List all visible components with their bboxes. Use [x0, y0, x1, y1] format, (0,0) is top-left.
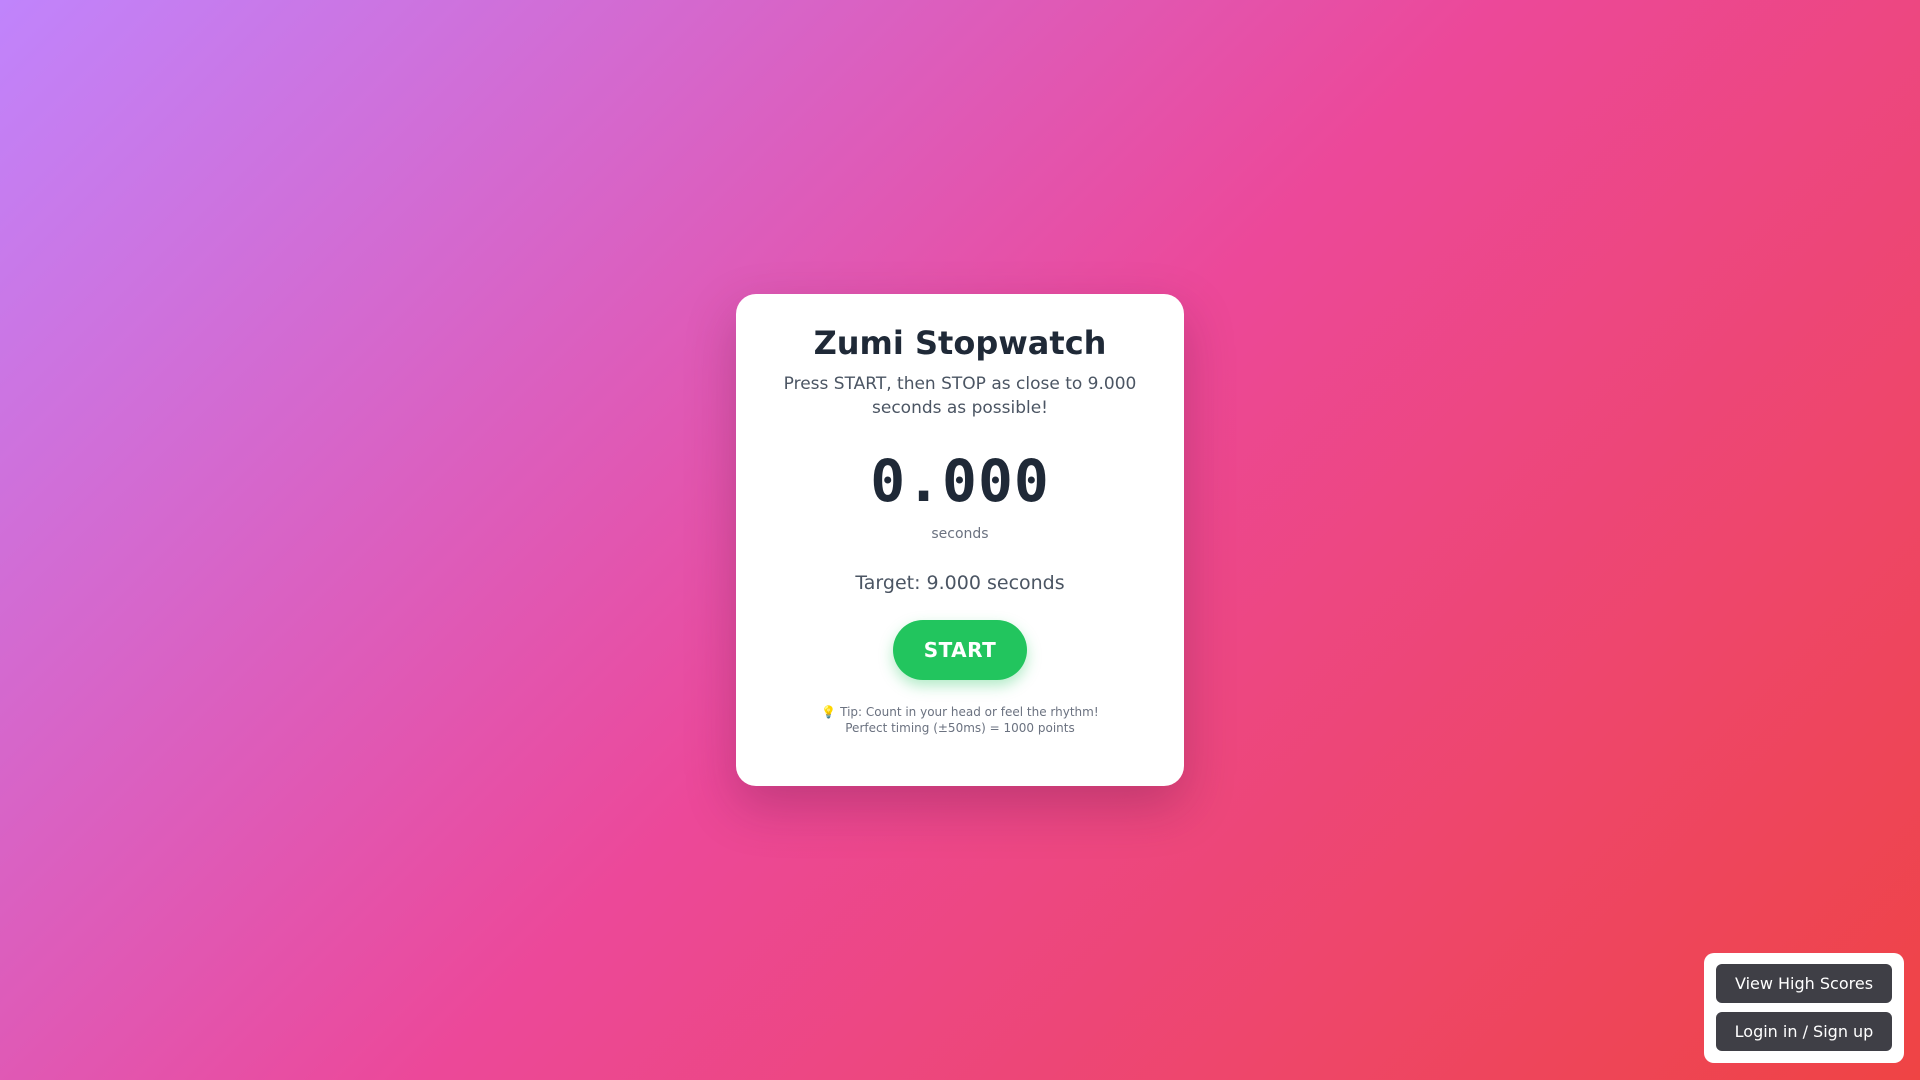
tip-line-2: Perfect timing (±50ms) = 1000 points — [845, 721, 1075, 736]
timer-display: 0.000 — [870, 447, 1050, 516]
timer-unit: seconds — [931, 526, 989, 543]
account-panel: View High Scores Login in / Sign up — [1704, 953, 1904, 1063]
game-title: Zumi Stopwatch — [813, 324, 1107, 362]
login-signup-button[interactable]: Login in / Sign up — [1716, 1012, 1892, 1051]
tip-line-1-text: Tip: Count in your head or feel the rhyt… — [840, 705, 1099, 720]
start-button[interactable]: START — [893, 620, 1027, 681]
view-high-scores-button[interactable]: View High Scores — [1716, 964, 1892, 1003]
tip-line-1: 💡 Tip: Count in your head or feel the rh… — [736, 704, 1184, 720]
target-time: Target: 9.000 seconds — [855, 572, 1065, 595]
game-instructions: Press START, then STOP as close to 9.000… — [783, 374, 1137, 419]
tip-text: 💡 Tip: Count in your head or feel the rh… — [736, 704, 1184, 736]
stopwatch-card: Zumi Stopwatch Press START, then STOP as… — [736, 294, 1184, 786]
lightbulb-icon: 💡 — [821, 705, 837, 720]
